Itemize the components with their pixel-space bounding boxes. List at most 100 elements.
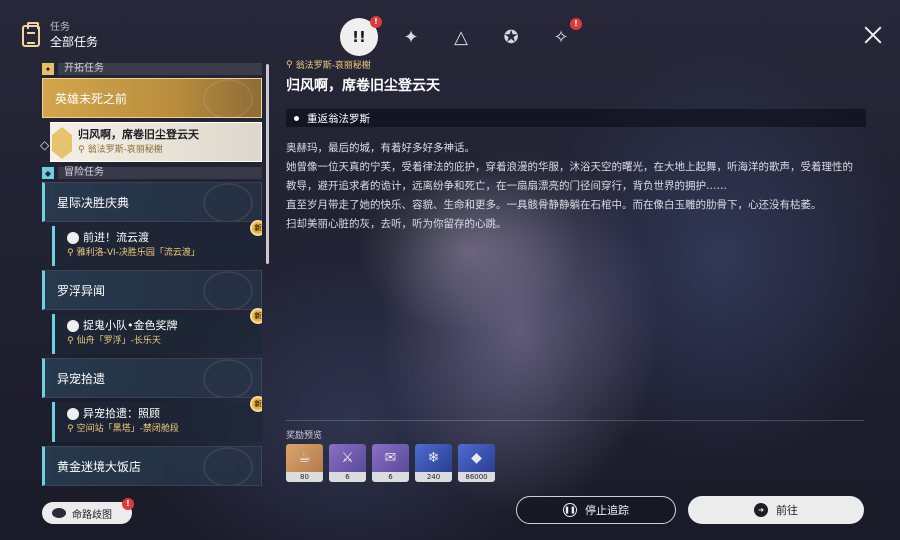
reward-count: 6 [372, 472, 409, 482]
quest-type-icon [67, 408, 79, 420]
emblem-decoration [203, 183, 253, 221]
quest-alert-icon: !! [352, 28, 366, 46]
quest-group-title: 异宠拾遗 [57, 371, 106, 386]
reward-count: 6 [329, 472, 366, 482]
quest-objective: 重返翁法罗斯 [286, 109, 866, 127]
location-pin-icon: ⚲ [67, 336, 74, 346]
reward-item[interactable]: ❄ 240 [415, 444, 452, 482]
location-pin-icon: ⚲ [286, 59, 293, 70]
section-label: 任务 [50, 22, 70, 33]
astral-path-label: 命路歧图 [72, 509, 112, 521]
emblem-decoration [203, 447, 253, 485]
quest-item-location-text: 翁法罗斯-哀丽秘榭 [87, 145, 163, 155]
astral-badge: ! [122, 498, 134, 510]
close-button[interactable] [864, 26, 882, 44]
quest-group[interactable]: 星际决胜庆典 [42, 182, 262, 222]
quest-group[interactable]: 黄金迷境大饭店 [42, 446, 262, 486]
quest-item-location: 雅利洛-VI-决胜乐园「流云渡」 [76, 248, 200, 258]
location-pin-icon: ⚲ [67, 424, 74, 434]
quest-item-location: ⚲ 翁法罗斯-哀丽秘榭 [78, 143, 253, 157]
trailblaze-icon: ✦ [42, 63, 54, 75]
reward-item[interactable]: ☕ 80 [286, 444, 323, 482]
page-header: 任务 全部任务 [22, 22, 98, 50]
go-label: 前往 [776, 504, 798, 517]
page-title: 全部任务 [50, 35, 99, 49]
clipboard-icon [22, 22, 40, 47]
quest-type-icon [67, 320, 79, 332]
objective-bullet-icon [294, 115, 299, 121]
emblem-decoration [203, 271, 253, 309]
location-pin-icon: ⚲ [78, 145, 85, 155]
tab-star-emblem[interactable]: ✪ [494, 20, 528, 54]
star-emblem-icon: ✪ [503, 26, 519, 48]
go-button[interactable]: ➜ 前往 [688, 496, 864, 524]
quest-group-title: 罗浮异闻 [57, 283, 106, 298]
rewards-title: 奖励预览 [286, 431, 323, 441]
reward-count: 86000 [458, 472, 495, 482]
objective-text: 重返翁法罗斯 [307, 112, 370, 125]
trailblaze-marker-icon [52, 127, 72, 159]
quest-list: ✦ 开拓任务 英雄未死之前 归风啊，席卷旧尘登云天 ⚲ 翁法罗斯-哀丽秘榭 ◆ … [42, 62, 262, 492]
tab-star-compass[interactable]: ✦ [394, 20, 428, 54]
quest-detail: ⚲ 翁法罗斯-哀丽秘榭 归风啊，席卷旧尘登云天 重返翁法罗斯 奥赫玛，最后的城，… [286, 58, 866, 234]
tab-badge: ! [370, 16, 382, 28]
description-paragraph: 直至岁月带走了她的快乐、容貌、生命和更多。一具骸骨静静躺在石棺中。而在像白玉雕的… [286, 199, 822, 211]
astral-path-button[interactable]: 命路歧图 ! [42, 498, 134, 524]
stop-tracking-button[interactable]: ❚❚ 停止追踪 [516, 496, 676, 524]
quest-item[interactable]: 捉鬼小队•金色奖牌 ⚲ 仙舟「罗浮」-长乐天 新 [52, 308, 262, 354]
category-trailblaze: ✦ 开拓任务 [42, 62, 262, 76]
hotpot-item-icon: ☕ [286, 444, 323, 472]
reward-item[interactable]: ✉ 6 [372, 444, 409, 482]
quest-type-icon [67, 232, 79, 244]
quest-item-title: 异宠拾遗：照顾 [83, 407, 160, 420]
weapon-material-icon: ⚔ [329, 444, 366, 472]
category-label: 开拓任务 [58, 63, 262, 75]
quest-description: 奥赫玛，最后的城，有着好多好多神话。 她曾像一位天真的宁芙，受着律法的庇护，穿着… [286, 139, 856, 234]
tab-badge: ! [570, 18, 582, 30]
quest-group-title: 星际决胜庆典 [57, 195, 130, 210]
quest-group-title: 英雄未死之前 [55, 91, 128, 106]
diamond-star-icon: ✧ [553, 26, 569, 48]
quest-item-title: 归风啊，席卷旧尘登云天 [78, 128, 199, 141]
stop-tracking-label: 停止追踪 [585, 504, 629, 517]
quest-group[interactable]: 异宠拾遗 [42, 358, 262, 398]
quest-item[interactable]: 异宠拾遗：照顾 ⚲ 空间站「黑塔」-禁闭舱段 新 [52, 396, 262, 442]
astral-path-icon [52, 508, 66, 518]
category-label: 冒险任务 [58, 167, 262, 179]
reward-item[interactable]: ◆ 86000 [458, 444, 495, 482]
quest-item-location: 仙舟「罗浮」-长乐天 [76, 336, 161, 346]
description-paragraph: 她曾像一位天真的宁芙，受着律法的庇护，穿着浪漫的华服，沐浴天空的曙光，在大地上起… [286, 161, 853, 192]
adventure-icon: ◆ [42, 167, 54, 179]
description-paragraph: 扫却美丽心脏的灰，去听，听为你留存的心跳。 [286, 218, 507, 230]
location-pin-icon: ⚲ [67, 248, 74, 258]
new-badge: 新 [250, 396, 262, 412]
reward-count: 240 [415, 472, 452, 482]
reward-item[interactable]: ⚔ 6 [329, 444, 366, 482]
new-badge: 新 [250, 220, 262, 236]
star-compass-icon: ✦ [403, 26, 419, 48]
quest-item-title: 捉鬼小队•金色奖牌 [83, 319, 178, 332]
new-badge: 新 [250, 308, 262, 324]
quest-group-trailblaze[interactable]: 英雄未死之前 [42, 78, 262, 118]
quest-group-title: 黄金迷境大饭店 [57, 459, 142, 474]
quest-item-selected[interactable]: 归风啊，席卷旧尘登云天 ⚲ 翁法罗斯-哀丽秘榭 [50, 122, 262, 162]
pause-icon: ❚❚ [563, 503, 577, 517]
go-arrow-icon: ➜ [754, 503, 768, 517]
tracking-arrow-icon: ◇ [40, 138, 50, 152]
quest-item[interactable]: 前进！流云渡 ⚲ 雅利洛-VI-决胜乐园「流云渡」 新 [52, 220, 262, 266]
emblem-decoration [203, 359, 253, 397]
category-tabs: !! ! ✦ △ ✪ ✧ ! [340, 16, 582, 56]
quest-item-title: 前进！流云渡 [83, 231, 149, 244]
tab-diamond-star[interactable]: ✧ ! [544, 18, 582, 54]
detail-location-text: 翁法罗斯-哀丽秘榭 [295, 61, 371, 71]
detail-title: 归风啊，席卷旧尘登云天 [286, 78, 440, 94]
quest-list-scrollbar[interactable] [266, 64, 269, 264]
tab-quest-alert[interactable]: !! ! [340, 16, 382, 56]
emblem-decoration [203, 79, 253, 117]
quest-group[interactable]: 罗浮异闻 [42, 270, 262, 310]
credit-pouch-icon: ◆ [458, 444, 495, 472]
description-paragraph: 奥赫玛，最后的城，有着好多好多神话。 [286, 142, 475, 154]
tab-triangle-emblem[interactable]: △ [444, 20, 478, 54]
category-adventure: ◆ 冒险任务 [42, 166, 262, 180]
reward-count: 80 [286, 472, 323, 482]
